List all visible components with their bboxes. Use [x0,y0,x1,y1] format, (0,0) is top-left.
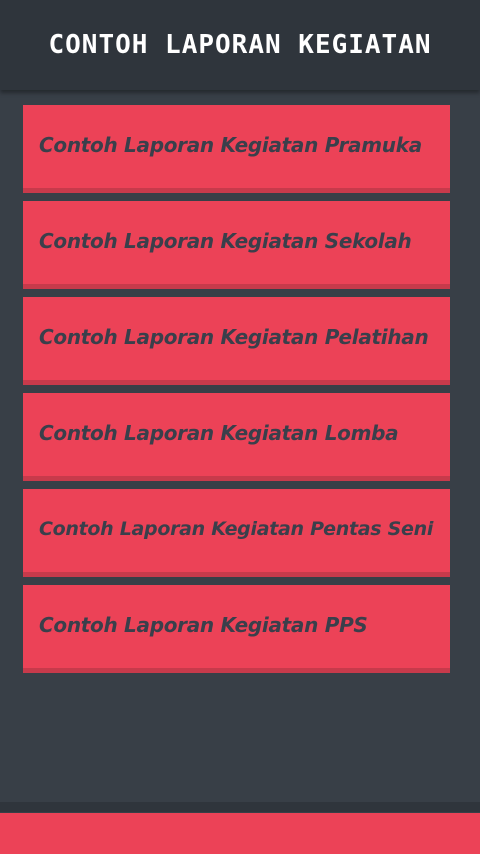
menu-item-pelatihan[interactable]: Contoh Laporan Kegiatan Pelatihan [23,297,450,385]
menu-item-sekolah[interactable]: Contoh Laporan Kegiatan Sekolah [23,201,450,289]
menu-list: Contoh Laporan Kegiatan Pramuka Contoh L… [23,105,450,681]
menu-item-pps[interactable]: Contoh Laporan Kegiatan PPS [23,585,450,673]
menu-item-pentas-seni[interactable]: Contoh Laporan Kegiatan Pentas Seni [23,489,450,577]
menu-item-lomba[interactable]: Contoh Laporan Kegiatan Lomba [23,393,450,481]
menu-item-label: Contoh Laporan Kegiatan PPS [39,613,368,637]
menu-item-pramuka[interactable]: Contoh Laporan Kegiatan Pramuka [23,105,450,193]
menu-item-label: Contoh Laporan Kegiatan Lomba [39,421,399,445]
bottom-divider [0,802,480,812]
app-header: Contoh Laporan Kegiatan [0,0,480,90]
app-title: Contoh Laporan Kegiatan [48,30,432,60]
menu-item-label: Contoh Laporan Kegiatan Pramuka [39,133,422,157]
menu-item-label: Contoh Laporan Kegiatan Pelatihan [39,325,429,349]
menu-item-label: Contoh Laporan Kegiatan Sekolah [39,229,412,253]
ad-banner[interactable] [0,813,480,854]
menu-item-label: Contoh Laporan Kegiatan Pentas Seni [39,518,434,540]
